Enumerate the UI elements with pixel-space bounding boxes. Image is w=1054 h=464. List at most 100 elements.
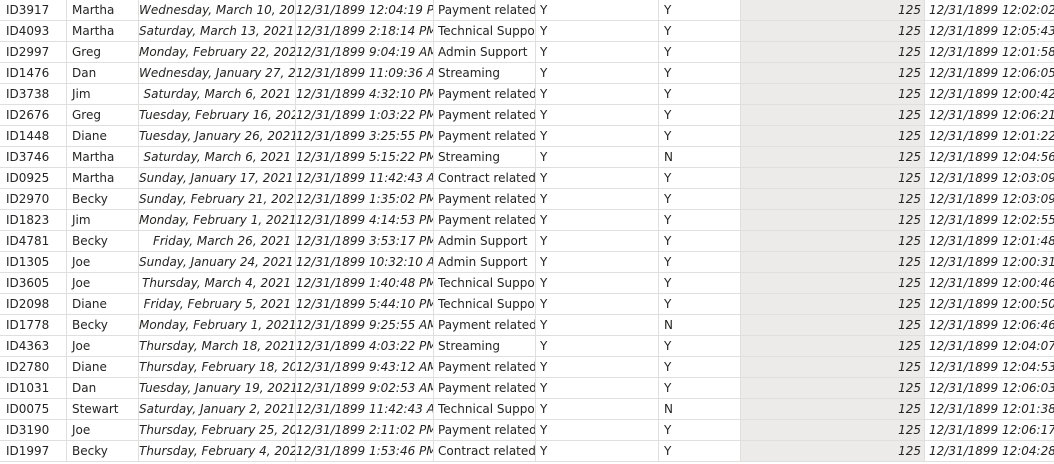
speed-of-answer-cell[interactable]: 125: [741, 273, 925, 293]
date-cell[interactable]: Saturday, March 6, 2021: [139, 147, 296, 167]
answered-cell[interactable]: Y: [536, 357, 659, 377]
agent-cell[interactable]: Stewart: [67, 399, 139, 419]
talk-duration-cell[interactable]: 12/31/1899 12:04:28 A: [925, 441, 1054, 461]
resolved-cell[interactable]: Y: [659, 273, 741, 293]
agent-cell[interactable]: Becky: [67, 315, 139, 335]
table-row[interactable]: ID2098 Diane Friday, February 5, 2021 12/31…: [0, 294, 1054, 315]
date-cell[interactable]: Monday, February 1, 2021: [139, 210, 296, 230]
time-cell[interactable]: 12/31/1899 1:35:02 PM: [296, 189, 434, 209]
topic-cell[interactable]: Admin Support: [434, 42, 536, 62]
speed-of-answer-cell[interactable]: 125: [741, 21, 925, 41]
time-cell[interactable]: 12/31/1899 3:25:55 PM: [296, 126, 434, 146]
topic-cell[interactable]: Payment related: [434, 357, 536, 377]
resolved-cell[interactable]: Y: [659, 231, 741, 251]
speed-of-answer-cell[interactable]: 125: [741, 252, 925, 272]
topic-cell[interactable]: Payment related: [434, 210, 536, 230]
resolved-cell[interactable]: Y: [659, 168, 741, 188]
talk-duration-cell[interactable]: 12/31/1899 12:03:09 A: [925, 189, 1054, 209]
table-row[interactable]: ID3738 Jim Saturday, March 6, 2021 12/31/18…: [0, 84, 1054, 105]
speed-of-answer-cell[interactable]: 125: [741, 399, 925, 419]
topic-cell[interactable]: Streaming: [434, 147, 536, 167]
row-id-cell[interactable]: ID1476: [0, 63, 67, 83]
row-id-cell[interactable]: ID4363: [0, 336, 67, 356]
topic-cell[interactable]: Payment related: [434, 378, 536, 398]
speed-of-answer-cell[interactable]: 125: [741, 105, 925, 125]
row-id-cell[interactable]: ID0075: [0, 399, 67, 419]
answered-cell[interactable]: Y: [536, 0, 659, 20]
topic-cell[interactable]: Technical Support: [434, 273, 536, 293]
talk-duration-cell[interactable]: 12/31/1899 12:01:38 A: [925, 399, 1054, 419]
topic-cell[interactable]: Contract related: [434, 441, 536, 461]
row-id-cell[interactable]: ID1823: [0, 210, 67, 230]
topic-cell[interactable]: Payment related: [434, 420, 536, 440]
time-cell[interactable]: 12/31/1899 10:32:10 AM: [296, 252, 434, 272]
time-cell[interactable]: 12/31/1899 9:25:55 AM: [296, 315, 434, 335]
speed-of-answer-cell[interactable]: 125: [741, 210, 925, 230]
topic-cell[interactable]: Admin Support: [434, 231, 536, 251]
row-id-cell[interactable]: ID0925: [0, 168, 67, 188]
row-id-cell[interactable]: ID1031: [0, 378, 67, 398]
time-cell[interactable]: 12/31/1899 1:03:22 PM: [296, 105, 434, 125]
topic-cell[interactable]: Admin Support: [434, 252, 536, 272]
table-row[interactable]: ID1476DanWednesday, January 27, 202112/3…: [0, 63, 1054, 84]
date-cell[interactable]: Saturday, January 2, 2021: [139, 399, 296, 419]
answered-cell[interactable]: Y: [536, 21, 659, 41]
agent-cell[interactable]: Martha: [67, 168, 139, 188]
time-cell[interactable]: 12/31/1899 11:42:43 AM: [296, 168, 434, 188]
resolved-cell[interactable]: Y: [659, 357, 741, 377]
table-row[interactable]: ID2997 Greg Monday, February 22, 2021 12/31…: [0, 42, 1054, 63]
talk-duration-cell[interactable]: 12/31/1899 12:06:17 A: [925, 420, 1054, 440]
answered-cell[interactable]: Y: [536, 441, 659, 461]
date-cell[interactable]: Monday, February 22, 2021: [139, 42, 296, 62]
agent-cell[interactable]: Becky: [67, 231, 139, 251]
agent-cell[interactable]: Becky: [67, 441, 139, 461]
talk-duration-cell[interactable]: 12/31/1899 12:01:48 A: [925, 231, 1054, 251]
time-cell[interactable]: 12/31/1899 2:18:14 PM: [296, 21, 434, 41]
agent-cell[interactable]: Jim: [67, 84, 139, 104]
speed-of-answer-cell[interactable]: 125: [741, 336, 925, 356]
date-cell[interactable]: Tuesday, February 16, 2021: [139, 105, 296, 125]
row-id-cell[interactable]: ID2970: [0, 189, 67, 209]
speed-of-answer-cell[interactable]: 125: [741, 126, 925, 146]
speed-of-answer-cell[interactable]: 125: [741, 378, 925, 398]
row-id-cell[interactable]: ID1778: [0, 315, 67, 335]
talk-duration-cell[interactable]: 12/31/1899 12:04:07 A: [925, 336, 1054, 356]
answered-cell[interactable]: Y: [536, 294, 659, 314]
table-row[interactable]: ID4363 Joe Thursday, March 18, 2021 12/31/1…: [0, 336, 1054, 357]
table-row[interactable]: ID2780 Diane Thursday, February 18, 2021 12…: [0, 357, 1054, 378]
speed-of-answer-cell[interactable]: 125: [741, 63, 925, 83]
speed-of-answer-cell[interactable]: 125: [741, 0, 925, 20]
row-id-cell[interactable]: ID3190: [0, 420, 67, 440]
date-cell[interactable]: Thursday, February 25, 2021: [139, 420, 296, 440]
date-cell[interactable]: Friday, March 26, 2021: [139, 231, 296, 251]
talk-duration-cell[interactable]: 12/31/1899 12:05:43 A: [925, 21, 1054, 41]
agent-cell[interactable]: Martha: [67, 147, 139, 167]
row-id-cell[interactable]: ID3746: [0, 147, 67, 167]
time-cell[interactable]: 12/31/1899 4:03:22 PM: [296, 336, 434, 356]
resolved-cell[interactable]: Y: [659, 84, 741, 104]
row-id-cell[interactable]: ID2676: [0, 105, 67, 125]
topic-cell[interactable]: Payment related: [434, 126, 536, 146]
table-row[interactable]: ID2676 Greg Tuesday, February 16, 2021 12/3…: [0, 105, 1054, 126]
agent-cell[interactable]: Becky: [67, 189, 139, 209]
date-cell[interactable]: Sunday, January 17, 2021: [139, 168, 296, 188]
table-row[interactable]: ID4093 Martha Saturday, March 13, 2021 12/3…: [0, 21, 1054, 42]
time-cell[interactable]: 12/31/1899 9:02:53 AM: [296, 378, 434, 398]
agent-cell[interactable]: Martha: [67, 21, 139, 41]
answered-cell[interactable]: Y: [536, 399, 659, 419]
resolved-cell[interactable]: Y: [659, 441, 741, 461]
date-cell[interactable]: Wednesday, January 27, 2021: [139, 63, 296, 83]
time-cell[interactable]: 12/31/1899 1:53:46 PM: [296, 441, 434, 461]
date-cell[interactable]: Monday, February 1, 2021: [139, 315, 296, 335]
agent-cell[interactable]: Diane: [67, 357, 139, 377]
speed-of-answer-cell[interactable]: 125: [741, 315, 925, 335]
talk-duration-cell[interactable]: 12/31/1899 12:01:22 A: [925, 126, 1054, 146]
talk-duration-cell[interactable]: 12/31/1899 12:04:56 A: [925, 147, 1054, 167]
agent-cell[interactable]: Greg: [67, 105, 139, 125]
table-row[interactable]: ID3746 Martha Saturday, March 6, 2021 12/31…: [0, 147, 1054, 168]
answered-cell[interactable]: Y: [536, 63, 659, 83]
topic-cell[interactable]: Payment related: [434, 84, 536, 104]
speed-of-answer-cell[interactable]: 125: [741, 42, 925, 62]
talk-duration-cell[interactable]: 12/31/1899 12:06:21 A: [925, 105, 1054, 125]
speed-of-answer-cell[interactable]: 125: [741, 84, 925, 104]
